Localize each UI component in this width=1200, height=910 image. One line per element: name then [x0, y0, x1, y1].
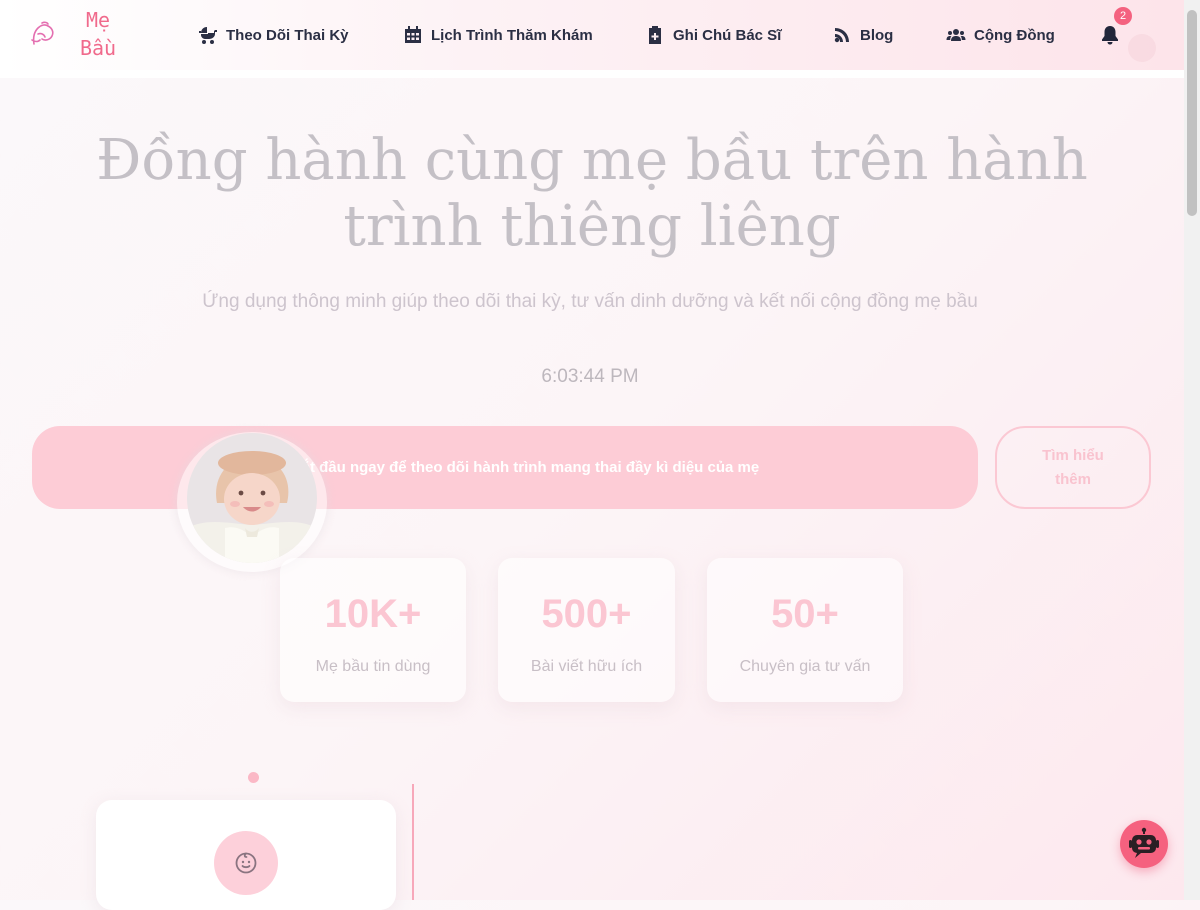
- hero-title: Đồng hành cùng mẹ bầu trên hành trình th…: [96, 128, 1088, 259]
- nav-item-checkup-schedule[interactable]: Lịch Trình Thăm Khám: [403, 22, 593, 48]
- baby-face-icon: [235, 852, 257, 874]
- nav-label: Cộng Đồng: [974, 26, 1055, 44]
- stat-label: Bài viết hữu ích: [530, 658, 643, 675]
- users-icon: [946, 29, 966, 41]
- stat-value: 10K+: [324, 592, 422, 636]
- feature-card[interactable]: [96, 800, 396, 910]
- brand-logo[interactable]: Mẹ Bầu: [78, 6, 118, 62]
- nav-label: Lịch Trình Thăm Khám: [431, 26, 593, 44]
- nav-item-doctor-notes[interactable]: Ghi Chú Bác Sĩ: [645, 22, 781, 48]
- baby-carriage-icon: [199, 27, 217, 44]
- medical-clipboard-icon: [649, 26, 661, 44]
- avatar[interactable]: [1128, 34, 1156, 62]
- notification-count-badge: 2: [1114, 7, 1132, 25]
- blog-feed-icon: [834, 28, 849, 43]
- feature-icon-circle: [214, 831, 278, 895]
- stat-card-articles: 500+ Bài viết hữu ích: [498, 558, 675, 702]
- page-scrollbar[interactable]: [1184, 0, 1200, 900]
- stat-label: Mẹ bầu tin dùng: [315, 658, 431, 675]
- nav-label: Theo Dõi Thai Kỳ: [226, 26, 349, 44]
- live-clock: 6:03:44 PM: [541, 366, 639, 387]
- top-navbar: Mẹ Bầu Theo Dõi Thai Kỳ Lịch Trình Thăm …: [0, 0, 1184, 70]
- timeline-dot: [248, 772, 259, 783]
- bell-icon: [1102, 26, 1118, 45]
- stat-value: 50+: [771, 592, 839, 636]
- brand-logo-line1: Mẹ: [85, 8, 111, 32]
- nav-item-community[interactable]: Cộng Đồng: [946, 22, 1055, 48]
- timeline-line: [412, 784, 414, 900]
- learn-more-button[interactable]: Tìm hiểu thêm: [995, 426, 1151, 509]
- baby-photo: [187, 433, 317, 563]
- brand-logo-line2: Bầu: [79, 36, 117, 60]
- calendar-icon: [405, 26, 421, 43]
- nav-label: Ghi Chú Bác Sĩ: [673, 26, 782, 44]
- nav-item-pregnancy-tracking[interactable]: Theo Dõi Thai Kỳ: [198, 22, 349, 48]
- robot-icon: [1129, 827, 1159, 858]
- pregnant-mother-logo-icon[interactable]: [28, 18, 60, 50]
- stat-card-users: 10K+ Mẹ bầu tin dùng: [280, 558, 466, 702]
- stat-value: 500+: [541, 592, 632, 636]
- chatbot-button[interactable]: [1120, 820, 1168, 868]
- start-tracking-button[interactable]: Bắt đầu ngay để theo dõi hành trình mang…: [32, 426, 978, 509]
- hero-subtitle: Ứng dụng thông minh giúp theo dõi thai k…: [202, 291, 978, 312]
- scrollbar-thumb[interactable]: [1187, 10, 1197, 216]
- notification-bell-button[interactable]: [1099, 24, 1121, 46]
- nav-item-blog[interactable]: Blog: [832, 22, 893, 48]
- stat-label: Chuyên gia tư vấn: [739, 658, 871, 675]
- nav-label: Blog: [860, 26, 894, 44]
- header-divider: [0, 70, 1184, 78]
- stat-card-experts: 50+ Chuyên gia tư vấn: [707, 558, 903, 702]
